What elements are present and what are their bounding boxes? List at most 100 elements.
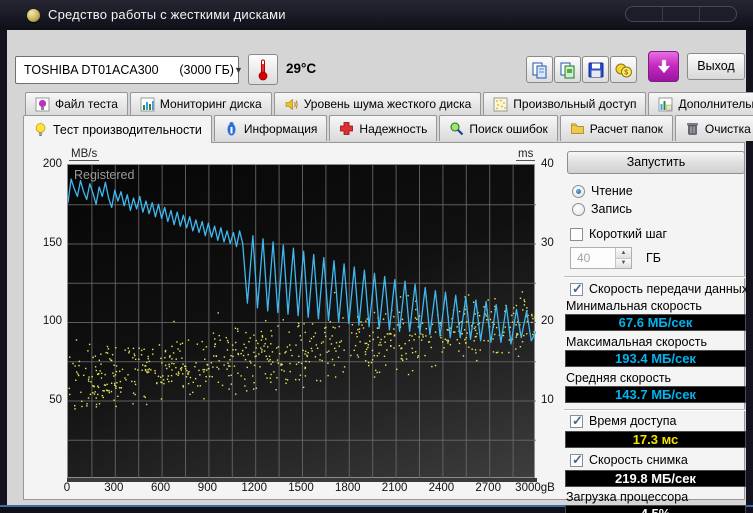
read-radio[interactable]: Чтение [572,184,633,198]
stepper-down-icon[interactable]: ▼ [616,259,631,269]
window-title: Средство работы с жесткими дисками [48,7,286,22]
svg-text:$: $ [624,69,628,76]
extra-tests-icon [658,97,673,112]
short-step-checkbox[interactable]: Короткий шаг [570,227,667,241]
download-arrow-icon [656,59,672,75]
tab-information[interactable]: Информация [214,115,327,141]
save-button[interactable] [582,56,609,83]
write-radio-label: Запись [591,202,632,216]
coins-button[interactable]: $ [610,56,637,83]
thermometer-icon [257,58,269,82]
red-cross-icon [339,121,354,136]
tab-performance-test[interactable]: Тест производительности [23,115,212,143]
download-button[interactable] [648,51,679,82]
right-axis-tick: 30 [541,237,571,249]
left-axis-tick: 50 [28,394,62,406]
cpu-usage-value: 4.5% [565,505,746,513]
maximize-button[interactable] [663,7,700,21]
info-icon [224,121,239,136]
tab-error-scan[interactable]: Поиск ошибок [439,115,557,141]
folder-icon [570,121,585,136]
separator [564,409,746,411]
tab-test-file[interactable]: Файл теста [25,92,128,115]
close-button[interactable] [700,7,736,21]
right-axis-unit: ms [516,148,535,161]
x-axis-tick: 3000gB [515,482,555,494]
left-axis-unit: MB/s [69,148,99,161]
start-button[interactable]: Запустить [567,151,745,174]
tab-extra-tests[interactable]: Дополнительные тесты [648,92,753,115]
copy-image-button[interactable] [554,56,581,83]
x-axis-tick: 2400 [429,482,455,494]
client-area: TOSHIBA DT01ACA300 (3000 ГБ) ▼ 29°C [7,30,746,505]
step-unit-label: ГБ [646,251,661,265]
transfer-rate-label: Скорость передачи данных [589,282,748,296]
short-step-checkbox-box[interactable] [570,228,583,241]
access-time-label: Время доступа [589,414,676,428]
chart-watermark: Registered [74,168,134,182]
random-access-icon [493,97,508,112]
tab-label: Произвольный доступ [513,97,636,111]
stepper-arrows[interactable]: ▲▼ [615,248,631,268]
benchmark-chart: Registered [67,164,535,478]
left-axis-tick: 100 [28,315,62,327]
tab-noise-level[interactable]: Уровень шума жесткого диска [274,92,482,115]
tab-random-access[interactable]: Произвольный доступ [483,92,646,115]
access-time-checkbox[interactable]: Время доступа [570,414,676,428]
step-size-stepper[interactable]: 40 ▲▼ [570,247,632,269]
title-bar: Средство работы с жесткими дисками [0,0,753,30]
left-axis-tick: 200 [28,158,62,170]
tab-disk-monitoring[interactable]: Мониторинг диска [130,92,272,115]
left-axis-tick: 150 [28,237,62,249]
bulb-yellow-icon [33,122,48,137]
tab-label: Мониторинг диска [160,97,262,111]
min-speed-label: Минимальная скорость [566,299,702,313]
read-radio-circle[interactable] [572,185,585,198]
avg-speed-label: Средняя скорость [566,371,671,385]
tab-row-primary: Тест производительности Информация Надеж… [23,115,753,142]
temperature-label: 29°C [286,61,316,76]
save-icon [587,61,605,79]
tab-label: Расчет папок [590,122,663,136]
tab-label: Надежность [359,122,427,136]
write-radio[interactable]: Запись [572,202,632,216]
access-time-checkbox-box[interactable] [570,415,583,428]
tab-label: Информация [244,122,317,136]
min-speed-value: 67.6 МБ/сек [565,314,746,331]
tab-reliability[interactable]: Надежность [329,115,437,141]
x-axis-tick: 1500 [288,482,314,494]
tab-folder-usage[interactable]: Расчет папок [560,115,673,141]
x-axis-tick: 0 [64,482,70,494]
tab-label: Поиск ошибок [469,122,547,136]
chart-canvas [68,165,536,479]
step-size-value[interactable]: 40 [571,248,615,268]
lamp-magenta-icon [35,97,50,112]
app-window: Средство работы с жесткими дисками TOSHI… [0,0,753,513]
tab-label: Тест производительности [53,123,202,137]
transfer-rate-checkbox-box[interactable] [570,283,583,296]
copy-button[interactable] [526,56,553,83]
drive-selector[interactable]: TOSHIBA DT01ACA300 (3000 ГБ) ▼ [15,56,239,84]
burst-rate-checkbox[interactable]: Скорость снимка [570,453,688,467]
x-axis-tick: 600 [151,482,170,494]
transfer-rate-checkbox[interactable]: Скорость передачи данных [570,282,748,296]
x-axis-tick: 2100 [382,482,408,494]
tab-cleanup[interactable]: Очистка [675,115,753,141]
magnifier-icon [449,121,464,136]
max-speed-label: Максимальная скорость [566,335,707,349]
avg-speed-value: 143.7 МБ/сек [565,386,746,403]
burst-rate-checkbox-box[interactable] [570,454,583,467]
coins-icon: $ [614,61,634,79]
exit-button[interactable]: Выход [687,53,745,80]
max-speed-value: 193.4 МБ/сек [565,350,746,367]
tab-row-secondary: Файл теста Мониторинг диска Уровень шума… [25,92,753,116]
copy-image-icon [559,61,577,79]
tab-label: Уровень шума жесткого диска [304,97,472,111]
write-radio-circle[interactable] [572,203,585,216]
app-icon [27,9,40,22]
tab-label: Файл теста [55,97,118,111]
x-axis-tick: 1200 [241,482,267,494]
temperature-button[interactable] [248,54,278,85]
stepper-up-icon[interactable]: ▲ [616,248,631,259]
minimize-button[interactable] [626,7,663,21]
